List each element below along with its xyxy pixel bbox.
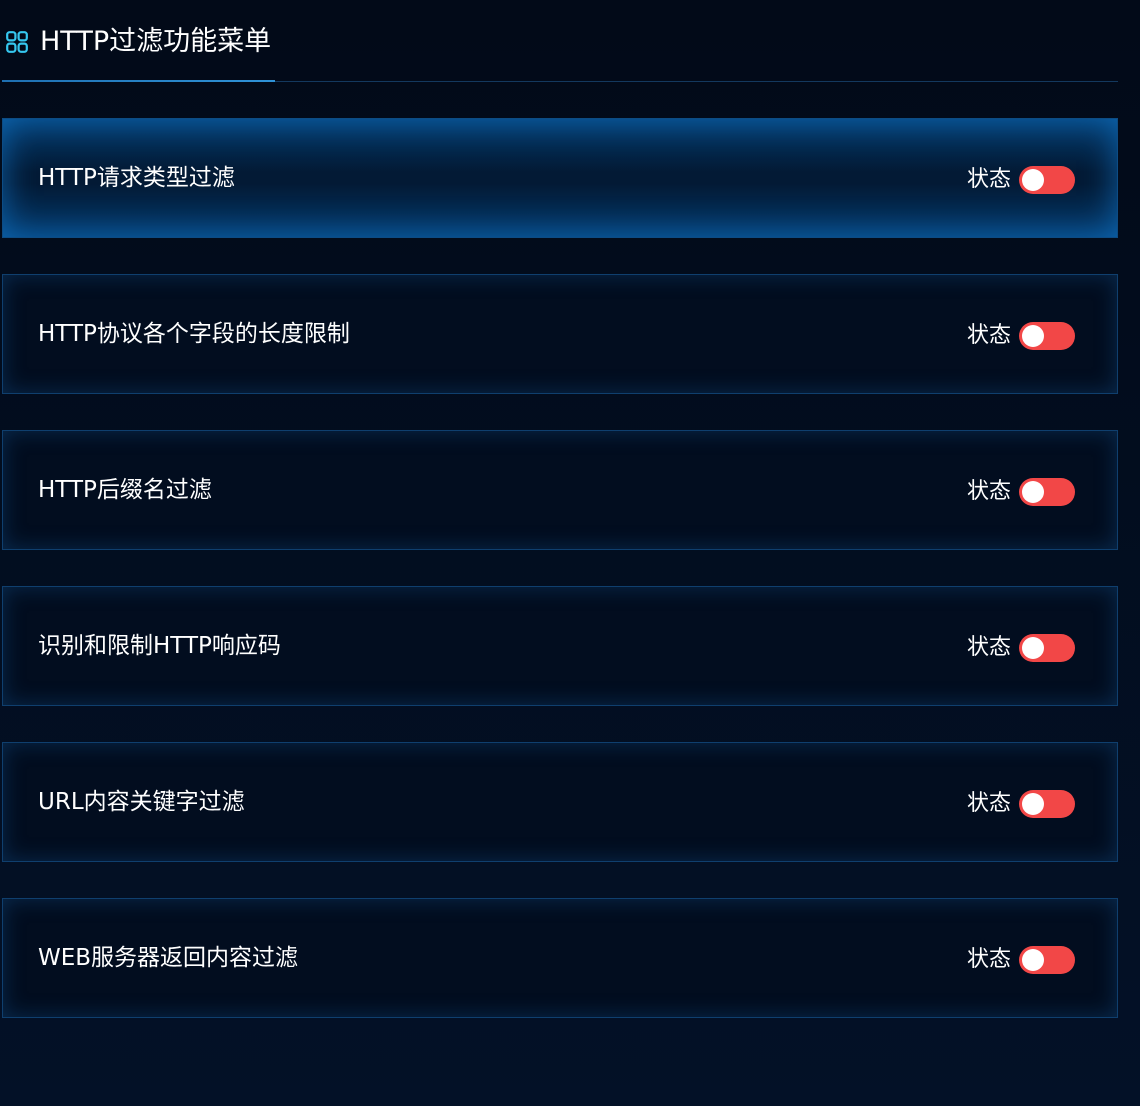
status-label: 状态 <box>966 167 1011 192</box>
toggle-knob <box>1022 949 1044 971</box>
status-label: 状态 <box>966 479 1011 504</box>
toggle-knob <box>1022 637 1044 659</box>
panel-header: HTTP过滤功能菜单 <box>2 0 1118 82</box>
status-control: 状态 <box>967 321 1075 351</box>
status-label: 状态 <box>966 791 1011 816</box>
menu-item-http-suffix-filter[interactable]: HTTP后缀名过滤 状态 <box>2 430 1118 550</box>
menu-item-label: URL内容关键字过滤 <box>38 789 245 815</box>
menu-item-http-request-type-filter[interactable]: HTTP请求类型过滤 状态 <box>2 118 1118 238</box>
status-control: 状态 <box>967 789 1075 819</box>
status-toggle[interactable] <box>1019 478 1075 506</box>
status-label: 状态 <box>966 947 1011 972</box>
status-toggle[interactable] <box>1019 790 1075 818</box>
status-toggle[interactable] <box>1019 634 1075 662</box>
status-control: 状态 <box>967 477 1075 507</box>
toggle-knob <box>1022 481 1044 503</box>
toggle-knob <box>1022 325 1044 347</box>
menu-item-label: HTTP请求类型过滤 <box>38 165 235 191</box>
menu-item-web-server-content-filter[interactable]: WEB服务器返回内容过滤 状态 <box>2 898 1118 1018</box>
toggle-knob <box>1022 793 1044 815</box>
menu-item-label: HTTP协议各个字段的长度限制 <box>38 321 350 347</box>
status-label: 状态 <box>966 635 1011 660</box>
menu-item-url-keyword-filter[interactable]: URL内容关键字过滤 状态 <box>2 742 1118 862</box>
filter-menu-list: HTTP请求类型过滤 状态 HTTP协议各个字段的长度限制 状态 HTTP后缀名… <box>2 118 1118 1054</box>
status-label: 状态 <box>966 323 1011 348</box>
menu-item-label: WEB服务器返回内容过滤 <box>38 945 299 971</box>
status-toggle[interactable] <box>1019 322 1075 350</box>
status-toggle[interactable] <box>1019 166 1075 194</box>
menu-item-label: 识别和限制HTTP响应码 <box>38 633 281 659</box>
toggle-knob <box>1022 169 1044 191</box>
page-title: HTTP过滤功能菜单 <box>40 26 272 57</box>
title-underline <box>2 80 275 82</box>
menu-item-label: HTTP后缀名过滤 <box>38 477 212 503</box>
menu-item-http-response-code-limit[interactable]: 识别和限制HTTP响应码 状态 <box>2 586 1118 706</box>
apps-grid-icon <box>6 31 28 53</box>
menu-item-http-field-length-limit[interactable]: HTTP协议各个字段的长度限制 状态 <box>2 274 1118 394</box>
status-control: 状态 <box>967 633 1075 663</box>
status-toggle[interactable] <box>1019 946 1075 974</box>
status-control: 状态 <box>967 165 1075 195</box>
status-control: 状态 <box>967 945 1075 975</box>
